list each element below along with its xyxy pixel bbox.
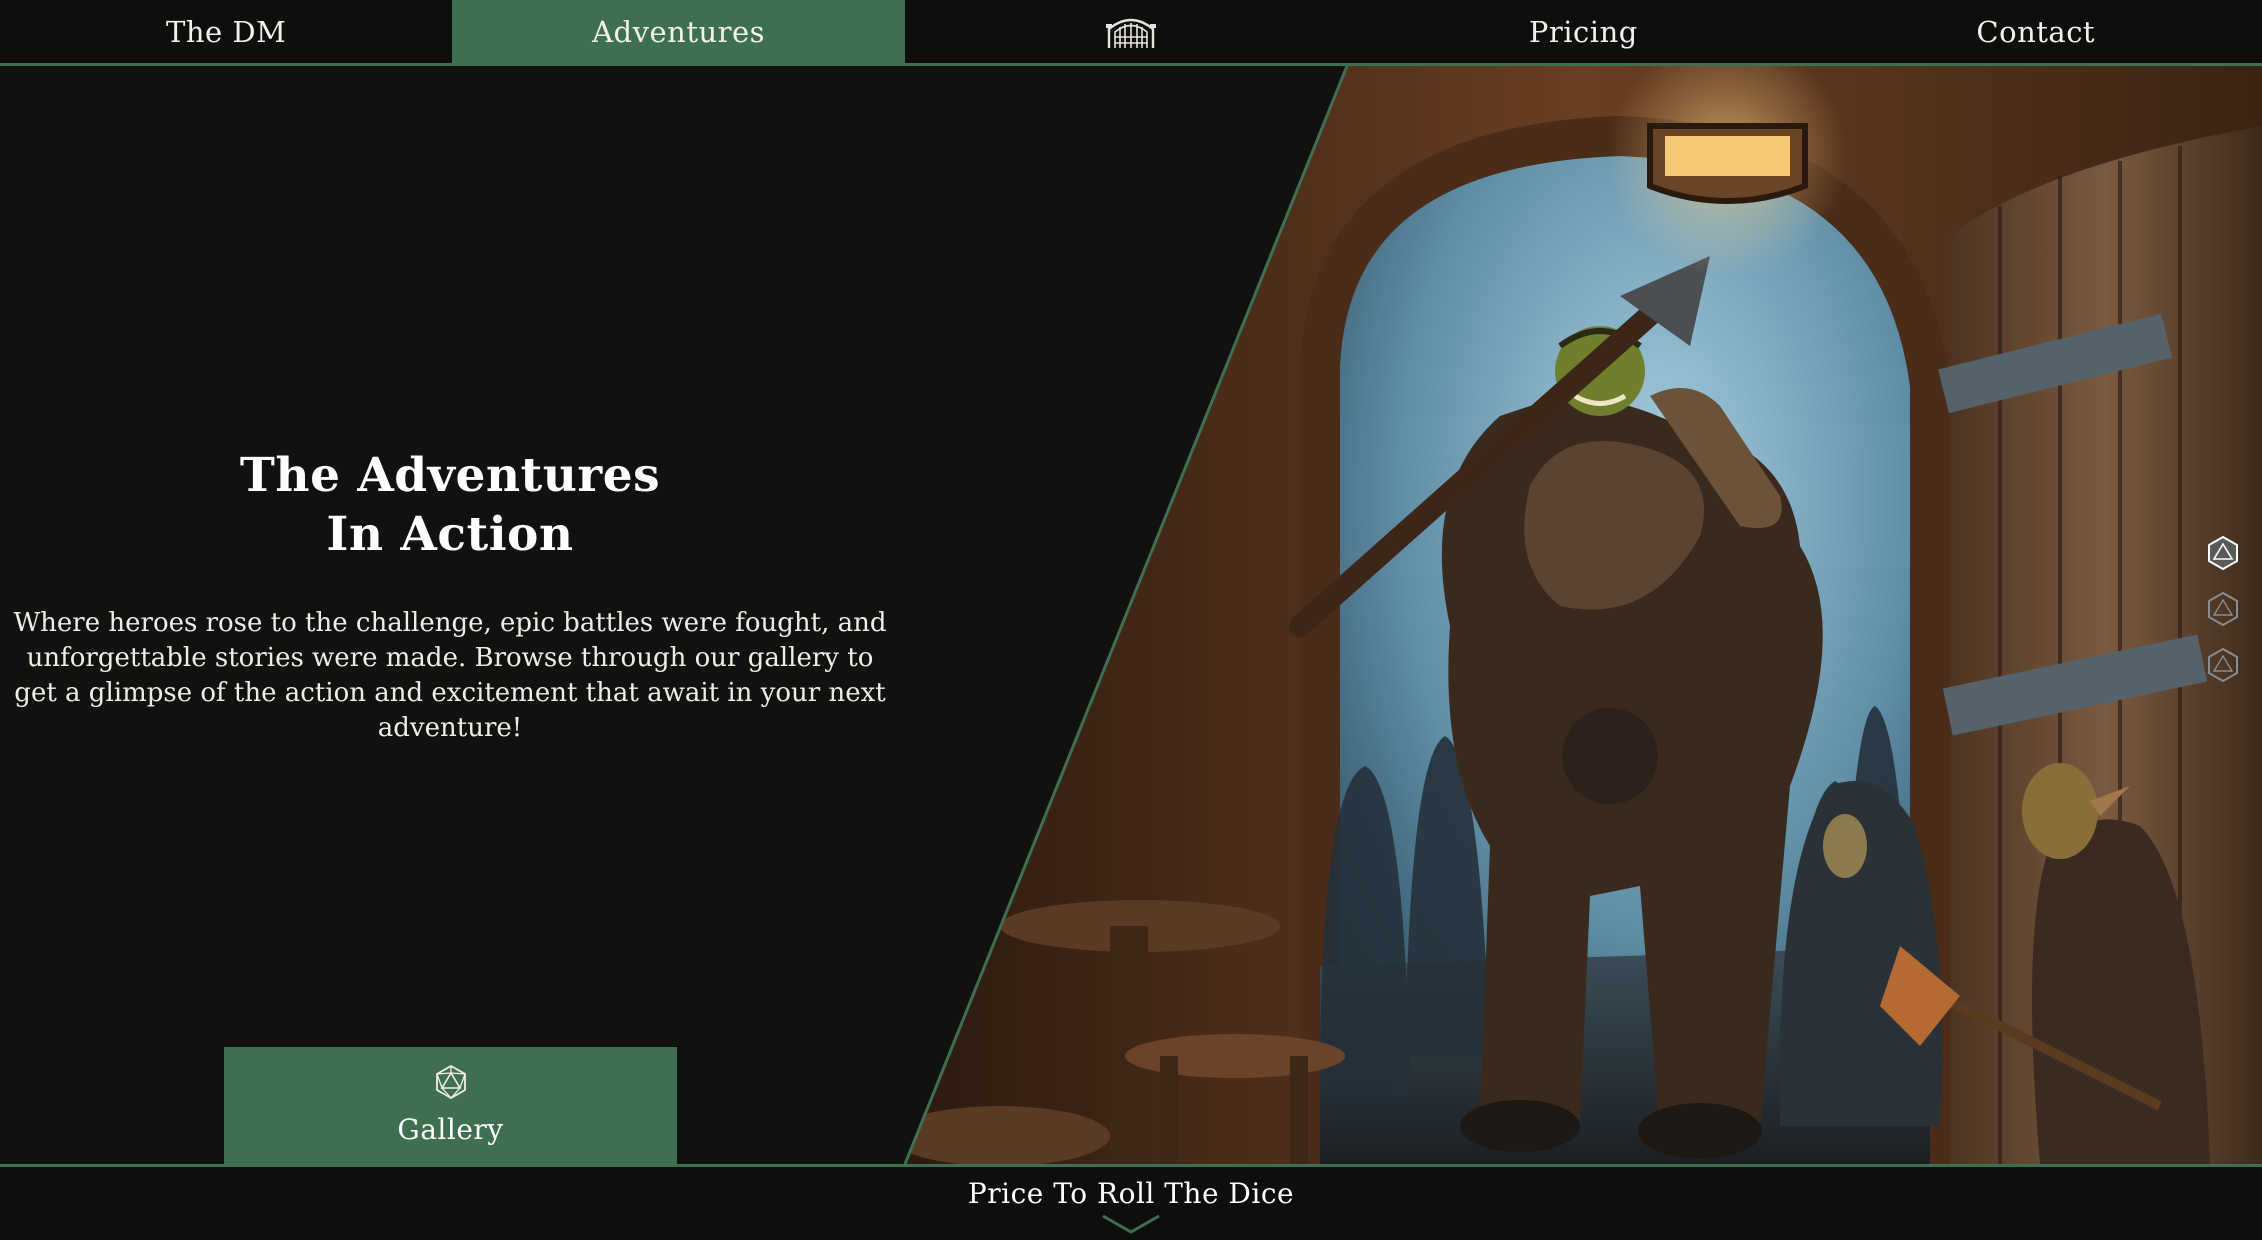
d20-dice-icon [2208,536,2238,570]
nav-home-logo[interactable] [905,0,1357,63]
gallery-button-label: Gallery [397,1113,504,1146]
nav-item-adventures[interactable]: Adventures [452,0,905,63]
nav-item-label: Contact [1976,14,2096,49]
hero-section: The Adventures In Action Where heroes ro… [0,66,2262,1164]
top-navigation: The DM Adventures Pricing Contact [0,0,2262,66]
next-section-bar: Price To Roll The Dice [0,1164,2262,1240]
hero-description: Where heroes rose to the challenge, epic… [13,608,887,743]
title-line-1: The Adventures [239,448,661,503]
next-section-link[interactable]: Price To Roll The Dice [968,1177,1294,1210]
d20-dice-icon [2208,592,2238,626]
nav-item-pricing[interactable]: Pricing [1357,0,1809,63]
page-title: The Adventures In Action [0,446,900,564]
nav-item-label: The DM [166,14,287,49]
d20-dice-icon [2208,648,2238,682]
nav-item-label: Adventures [592,14,766,49]
slide-indicator-2[interactable] [2206,592,2240,626]
title-line-2: In Action [326,507,574,562]
slide-indicator-3[interactable] [2206,648,2240,682]
d20-dice-icon [434,1064,468,1103]
slide-indicator-1[interactable] [2206,536,2240,570]
slide-indicators [2206,536,2240,682]
nav-item-contact[interactable]: Contact [1810,0,2262,63]
castle-gate-icon [1105,15,1156,49]
nav-item-label: Pricing [1528,14,1638,49]
hero-text-block: The Adventures In Action Where heroes ro… [0,446,900,746]
gallery-button[interactable]: Gallery [224,1047,677,1164]
nav-item-the-dm[interactable]: The DM [0,0,452,63]
chevron-down-icon[interactable] [1101,1213,1161,1239]
